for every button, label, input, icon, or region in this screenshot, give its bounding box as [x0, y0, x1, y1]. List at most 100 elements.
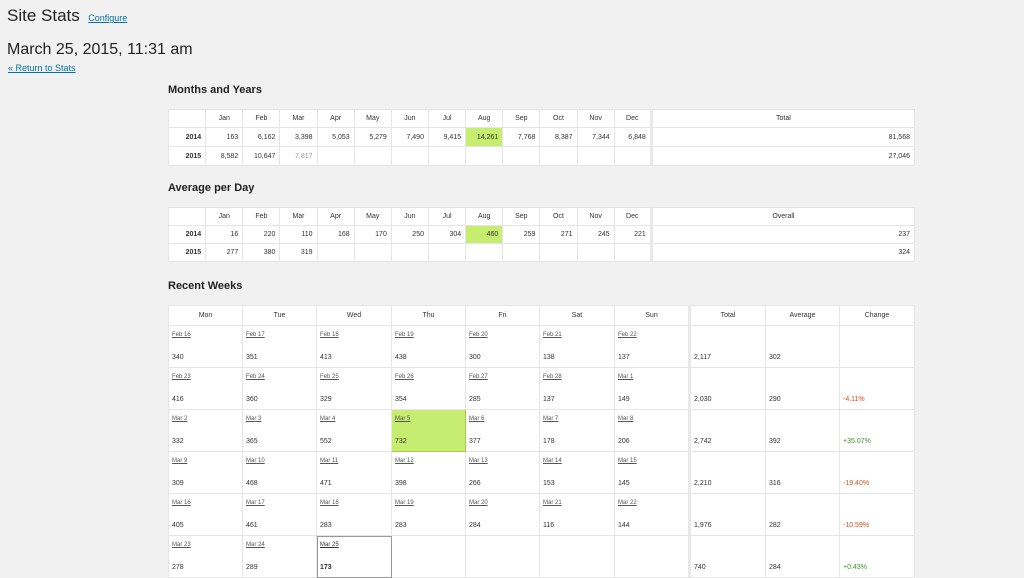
day-link[interactable]: Mar 6: [469, 416, 484, 422]
day-link[interactable]: Mar 8: [618, 416, 633, 422]
day-link[interactable]: Feb 26: [395, 374, 414, 380]
day-link[interactable]: Mar 9: [172, 458, 187, 464]
day-link[interactable]: Mar 15: [618, 458, 637, 464]
day-value: 552: [320, 438, 332, 445]
month-header: May: [353, 109, 392, 128]
day-cell: Mar 7 178: [539, 409, 615, 452]
week-change-cell: +0.43%: [839, 535, 915, 578]
day-cell: Mar 19 283: [391, 493, 466, 536]
day-link[interactable]: Mar 1: [618, 374, 633, 380]
day-link[interactable]: Mar 23: [172, 542, 191, 548]
day-link[interactable]: Mar 2: [172, 416, 187, 422]
day-link[interactable]: Mar 11: [320, 458, 338, 464]
day-link[interactable]: Feb 28: [543, 374, 562, 380]
day-cell: Mar 14 153: [539, 451, 615, 494]
header-row: Mon Tue Wed Thu Fri Sat Sun Total Average Change: [168, 305, 915, 326]
day-cell: Mar 24 289: [242, 535, 317, 578]
day-cell: [391, 535, 466, 578]
day-value: 283: [320, 522, 332, 529]
day-link[interactable]: Feb 25: [320, 374, 339, 380]
day-link[interactable]: Mar 24: [246, 542, 265, 548]
week-change: -4.11%: [843, 396, 865, 403]
day-link[interactable]: Feb 17: [246, 332, 265, 338]
day-cell: Feb 27 285: [465, 367, 540, 410]
day-link[interactable]: Feb 16: [172, 332, 191, 338]
month-value: [390, 243, 429, 262]
month-value: [576, 146, 615, 166]
month-value: 277: [205, 243, 244, 262]
day-link[interactable]: Feb 27: [469, 374, 488, 380]
month-value: 6,848: [613, 127, 652, 147]
day-link[interactable]: Mar 21: [543, 500, 562, 506]
day-value: 300: [469, 354, 481, 361]
month-value: 16: [205, 225, 244, 244]
day-link[interactable]: Feb 24: [246, 374, 265, 380]
day-link[interactable]: Mar 22: [618, 500, 637, 506]
month-value: 6,162: [242, 127, 281, 147]
day-link[interactable]: Mar 16: [172, 500, 191, 506]
day-value: 149: [618, 396, 630, 403]
day-header: Wed: [316, 305, 392, 326]
month-value: 221: [613, 225, 652, 244]
month-header: May: [353, 207, 392, 226]
week-total: 1,976: [694, 522, 712, 529]
day-value: 278: [172, 564, 184, 571]
day-link[interactable]: Feb 21: [543, 332, 562, 338]
summary-header: Average: [765, 305, 840, 326]
day-link[interactable]: Feb 22: [618, 332, 637, 338]
month-value: 8,387: [539, 127, 578, 147]
day-link[interactable]: Mar 19: [395, 500, 414, 506]
day-cell: Feb 18 413: [316, 325, 392, 368]
day-link[interactable]: Mar 10: [246, 458, 265, 464]
day-cell: Feb 28 137: [539, 367, 615, 410]
day-cell: Mar 8 206: [614, 409, 690, 452]
week-row: Feb 16 340 Feb 17 351 Feb 18 413 Feb 19 438 Feb …: [168, 325, 915, 368]
day-cell: Feb 25 329: [316, 367, 392, 410]
day-value: 416: [172, 396, 184, 403]
month-value: [316, 243, 355, 262]
day-value: 365: [246, 438, 258, 445]
week-average-cell: 282: [765, 493, 840, 536]
day-link[interactable]: Mar 17: [246, 500, 265, 506]
week-change: -19.40%: [843, 480, 870, 487]
week-average-cell: 302: [765, 325, 840, 368]
week-change-cell: -10.59%: [839, 493, 915, 536]
day-header: Sun: [614, 305, 690, 326]
day-link[interactable]: Mar 25: [320, 542, 339, 548]
day-value: 116: [543, 522, 555, 529]
day-cell: Mar 25 173: [316, 535, 392, 578]
day-cell: Mar 9 309: [168, 451, 243, 494]
day-value: 732: [395, 438, 407, 445]
week-change: +0.43%: [843, 564, 867, 571]
week-average: 282: [769, 522, 781, 529]
day-link[interactable]: Mar 12: [395, 458, 414, 464]
month-header: Dec: [613, 109, 652, 128]
day-cell: Mar 12 398: [391, 451, 466, 494]
day-link[interactable]: Feb 20: [469, 332, 488, 338]
day-link[interactable]: Mar 7: [543, 416, 558, 422]
day-link[interactable]: Mar 20: [469, 500, 488, 506]
week-total: 2,742: [694, 438, 712, 445]
day-value: 309: [172, 480, 184, 487]
day-link[interactable]: Mar 3: [246, 416, 261, 422]
day-link[interactable]: Mar 18: [320, 500, 339, 506]
day-link[interactable]: Feb 23: [172, 374, 191, 380]
month-value: 163: [205, 127, 244, 147]
month-value: [465, 243, 504, 262]
day-link[interactable]: Mar 14: [543, 458, 562, 464]
day-link[interactable]: Mar 13: [469, 458, 488, 464]
day-cell: Mar 10 468: [242, 451, 317, 494]
day-value: 468: [246, 480, 258, 487]
configure-link[interactable]: Configure: [88, 13, 127, 23]
day-link[interactable]: Feb 18: [320, 332, 339, 338]
return-to-stats-link[interactable]: « Return to Stats: [8, 63, 76, 73]
year-label: 2015: [167, 146, 207, 166]
day-link[interactable]: Mar 4: [320, 416, 335, 422]
day-value: 377: [469, 438, 481, 445]
day-link[interactable]: Feb 19: [395, 332, 414, 338]
day-header: Mon: [168, 305, 243, 326]
day-cell: [614, 535, 690, 578]
day-link[interactable]: Mar 5: [395, 416, 410, 422]
week-row: Mar 16 405 Mar 17 461 Mar 18 283 Mar 19 283 Mar …: [168, 493, 915, 536]
week-total-cell: 2,742: [688, 409, 766, 452]
